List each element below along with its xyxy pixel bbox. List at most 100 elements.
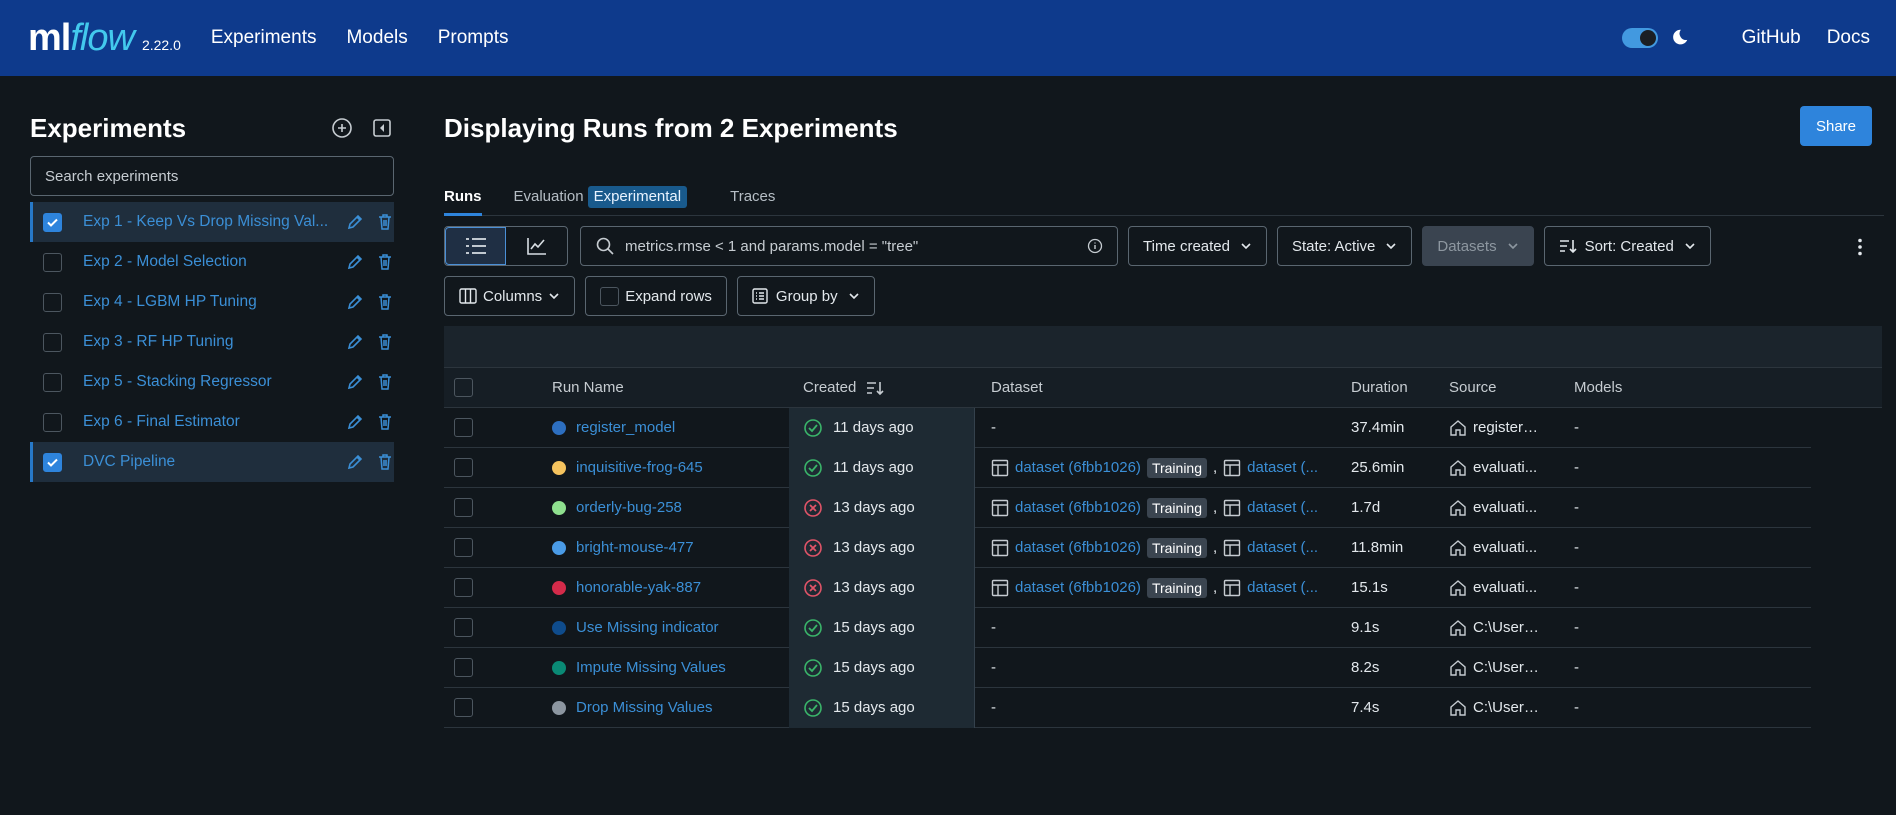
select-all-checkbox[interactable]	[454, 378, 473, 397]
search-experiments-input[interactable]: Search experiments	[30, 156, 394, 196]
run-name-link[interactable]: Use Missing indicator	[576, 619, 719, 636]
dataset-link[interactable]: dataset (6fbb1026)	[1015, 579, 1141, 596]
runs-search-input[interactable]: metrics.rmse < 1 and params.model = "tre…	[580, 226, 1118, 266]
row-checkbox[interactable]	[454, 578, 473, 597]
edit-icon[interactable]	[346, 453, 364, 471]
docs-link[interactable]: Docs	[1827, 27, 1870, 49]
tab-traces[interactable]: Traces	[730, 184, 775, 216]
share-button[interactable]: Share	[1800, 106, 1872, 146]
experiment-item[interactable]: Exp 4 - LGBM HP Tuning	[30, 282, 394, 322]
row-checkbox[interactable]	[454, 418, 473, 437]
expand-rows-toggle[interactable]: Expand rows	[585, 276, 727, 316]
info-icon[interactable]	[1087, 238, 1103, 254]
trash-icon[interactable]	[376, 293, 394, 311]
dataset-link[interactable]: dataset (6fbb1026)	[1015, 539, 1141, 556]
row-checkbox[interactable]	[454, 658, 473, 677]
experiment-item[interactable]: Exp 3 - RF HP Tuning	[30, 322, 394, 362]
run-color-dot[interactable]	[552, 420, 566, 435]
header-run-name[interactable]: Run Name	[552, 379, 789, 396]
nav-models[interactable]: Models	[346, 27, 407, 49]
trash-icon[interactable]	[376, 453, 394, 471]
dataset-link-more[interactable]: dataset (...	[1247, 459, 1318, 476]
row-checkbox[interactable]	[454, 538, 473, 557]
sort-desc-icon[interactable]	[866, 380, 884, 396]
source-cell[interactable]: C:\Users....	[1449, 659, 1574, 677]
edit-icon[interactable]	[346, 213, 364, 231]
sort-dropdown[interactable]: Sort: Created	[1543, 226, 1711, 266]
dataset-link[interactable]: dataset (6fbb1026)	[1015, 459, 1141, 476]
source-cell[interactable]: evaluati...	[1449, 499, 1574, 517]
experiment-checkbox[interactable]	[43, 212, 62, 232]
experiment-checkbox[interactable]	[43, 252, 62, 272]
run-name-link[interactable]: inquisitive-frog-645	[576, 459, 703, 476]
dataset-link-more[interactable]: dataset (...	[1247, 499, 1318, 516]
header-created[interactable]: Created	[789, 368, 975, 408]
table-view-button[interactable]	[445, 227, 506, 265]
source-cell[interactable]: evaluati...	[1449, 459, 1574, 477]
trash-icon[interactable]	[376, 333, 394, 351]
expand-rows-checkbox[interactable]	[600, 286, 620, 306]
run-name-link[interactable]: Drop Missing Values	[576, 699, 712, 716]
state-dropdown[interactable]: State: Active	[1276, 226, 1413, 266]
nav-prompts[interactable]: Prompts	[438, 27, 509, 49]
time-created-dropdown[interactable]: Time created	[1128, 226, 1267, 266]
experiment-name[interactable]: Exp 4 - LGBM HP Tuning	[83, 293, 334, 311]
trash-icon[interactable]	[376, 213, 394, 231]
edit-icon[interactable]	[346, 413, 364, 431]
header-dataset[interactable]: Dataset	[975, 379, 1349, 396]
tab-evaluation[interactable]: Evaluation Experimental	[514, 184, 688, 216]
add-experiment-icon[interactable]	[330, 116, 354, 140]
collapse-sidebar-icon[interactable]	[370, 116, 394, 140]
tab-runs[interactable]: Runs	[444, 184, 482, 216]
run-name-link[interactable]: Impute Missing Values	[576, 659, 726, 676]
dataset-link-more[interactable]: dataset (...	[1247, 579, 1318, 596]
row-checkbox[interactable]	[454, 498, 473, 517]
source-cell[interactable]: register_...	[1449, 419, 1574, 437]
experiment-item[interactable]: Exp 2 - Model Selection	[30, 242, 394, 282]
experiment-checkbox[interactable]	[43, 332, 62, 352]
group-by-dropdown[interactable]: Group by	[736, 276, 875, 316]
trash-icon[interactable]	[376, 253, 394, 271]
trash-icon[interactable]	[376, 413, 394, 431]
edit-icon[interactable]	[346, 293, 364, 311]
run-color-dot[interactable]	[552, 620, 566, 635]
source-cell[interactable]: C:\Users....	[1449, 699, 1574, 717]
dark-mode-toggle[interactable]	[1621, 28, 1658, 48]
experiment-name[interactable]: Exp 1 - Keep Vs Drop Missing Val...	[83, 213, 334, 231]
row-checkbox[interactable]	[454, 618, 473, 637]
experiment-item[interactable]: Exp 5 - Stacking Regressor	[30, 362, 394, 402]
row-checkbox[interactable]	[454, 458, 473, 477]
trash-icon[interactable]	[376, 373, 394, 391]
experiment-checkbox[interactable]	[43, 372, 62, 392]
source-cell[interactable]: C:\Users....	[1449, 619, 1574, 637]
dataset-link-more[interactable]: dataset (...	[1247, 539, 1318, 556]
edit-icon[interactable]	[346, 373, 364, 391]
run-name-link[interactable]: orderly-bug-258	[576, 499, 682, 516]
run-color-dot[interactable]	[552, 540, 566, 555]
experiment-name[interactable]: Exp 5 - Stacking Regressor	[83, 373, 334, 391]
header-source[interactable]: Source	[1449, 379, 1574, 396]
run-color-dot[interactable]	[552, 660, 566, 675]
experiment-checkbox[interactable]	[43, 452, 62, 472]
header-duration[interactable]: Duration	[1349, 379, 1449, 396]
chart-view-button[interactable]	[506, 227, 567, 265]
experiment-name[interactable]: Exp 3 - RF HP Tuning	[83, 333, 334, 351]
nav-experiments[interactable]: Experiments	[211, 27, 317, 49]
experiment-checkbox[interactable]	[43, 412, 62, 432]
mlflow-logo[interactable]: ml flow 2.22.0	[28, 17, 181, 60]
run-color-dot[interactable]	[552, 580, 566, 595]
github-link[interactable]: GitHub	[1742, 27, 1801, 49]
columns-dropdown[interactable]: Columns	[444, 276, 576, 316]
edit-icon[interactable]	[346, 253, 364, 271]
source-cell[interactable]: evaluati...	[1449, 539, 1574, 557]
edit-icon[interactable]	[346, 333, 364, 351]
run-color-dot[interactable]	[552, 460, 566, 475]
experiment-name[interactable]: DVC Pipeline	[83, 453, 334, 471]
more-options-icon[interactable]	[1856, 238, 1864, 256]
experiment-item[interactable]: DVC Pipeline	[30, 442, 394, 482]
run-name-link[interactable]: register_model	[576, 419, 675, 436]
dataset-link[interactable]: dataset (6fbb1026)	[1015, 499, 1141, 516]
experiment-checkbox[interactable]	[43, 292, 62, 312]
experiment-item[interactable]: Exp 1 - Keep Vs Drop Missing Val...	[30, 202, 394, 242]
run-name-link[interactable]: honorable-yak-887	[576, 579, 701, 596]
